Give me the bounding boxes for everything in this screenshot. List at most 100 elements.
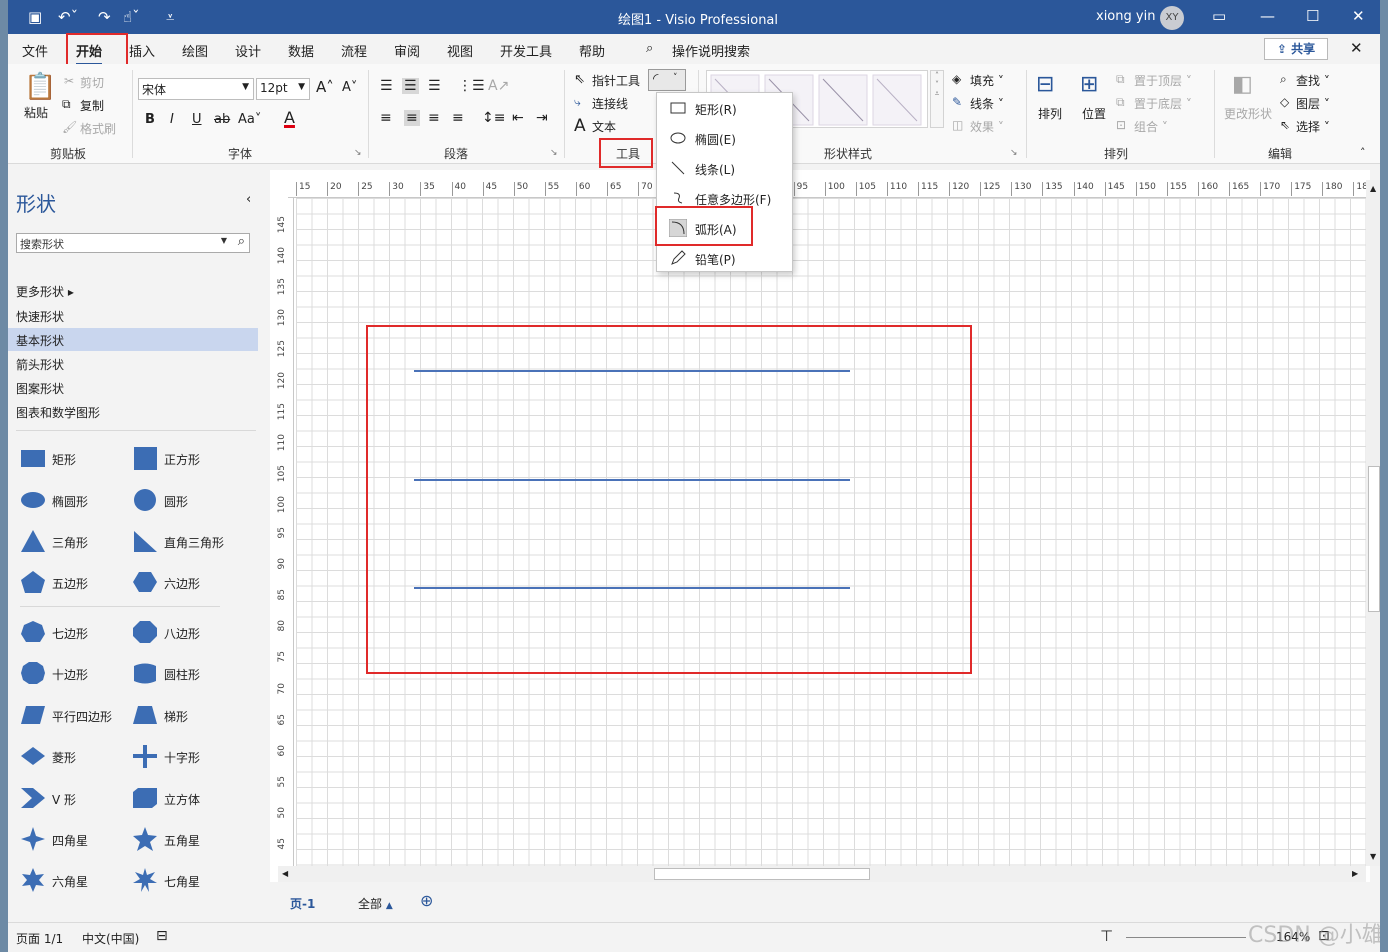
save-icon[interactable]: ▣: [28, 8, 42, 26]
bullets-icon[interactable]: ⋮☰: [458, 78, 485, 94]
maximize-icon[interactable]: ☐: [1306, 7, 1319, 25]
font-family-select[interactable]: 宋体 ▼: [138, 78, 254, 100]
align-left-icon[interactable]: ≡: [380, 110, 392, 126]
tab-design[interactable]: 设计: [235, 41, 261, 60]
increase-indent-icon[interactable]: ⇥: [536, 110, 548, 126]
category-quick-shapes[interactable]: 快速形状: [16, 308, 64, 325]
ribbon-display-icon[interactable]: ▭: [1212, 7, 1226, 25]
shrink-font-icon[interactable]: A˅: [342, 80, 357, 95]
share-button[interactable]: ⇪ 共享: [1264, 38, 1328, 60]
tab-developer[interactable]: 开发工具: [500, 41, 552, 60]
shape-stencil-item[interactable]: 圆柱形: [132, 661, 242, 687]
tab-view[interactable]: 视图: [447, 41, 473, 60]
avatar[interactable]: XY: [1160, 6, 1184, 30]
align-middle-icon[interactable]: ☰: [402, 78, 419, 94]
undo-icon[interactable]: ↶ˇ: [58, 8, 78, 26]
line-button[interactable]: 线条 ˅: [970, 95, 1004, 112]
select-button[interactable]: 选择 ˅: [1296, 118, 1330, 135]
customize-qat-icon[interactable]: ⩡: [166, 8, 174, 26]
pointer-tool-button[interactable]: 指针工具: [592, 72, 640, 89]
horizontal-scroll-thumb[interactable]: [654, 868, 870, 880]
effects-button[interactable]: 效果 ˅: [970, 118, 1004, 135]
vertical-scrollbar[interactable]: ▲ ▼: [1366, 180, 1380, 866]
paste-icon[interactable]: 📋: [24, 72, 56, 102]
tab-review[interactable]: 审阅: [394, 41, 420, 60]
connector-button[interactable]: 连接线: [592, 95, 628, 112]
italic-icon[interactable]: I: [170, 112, 174, 127]
paste-button[interactable]: 粘贴: [24, 104, 48, 121]
shape-stencil-item[interactable]: 直角三角形: [132, 529, 242, 555]
search-shapes-input[interactable]: 搜索形状 ▼ ⌕: [16, 233, 250, 253]
category-pattern-shapes[interactable]: 图案形状: [16, 380, 64, 397]
tab-insert[interactable]: 插入: [129, 41, 155, 60]
menu-item-line[interactable]: 线条(L): [657, 155, 792, 181]
collapse-ribbon-icon[interactable]: ˄: [1360, 146, 1366, 159]
minimize-icon[interactable]: —: [1260, 7, 1275, 25]
shape-stencil-item[interactable]: 椭圆形: [20, 488, 130, 514]
horizontal-scrollbar[interactable]: ◀ ▶: [278, 866, 1366, 882]
tab-file[interactable]: 文件: [22, 41, 48, 60]
shape-stencil-item[interactable]: V 形: [20, 786, 130, 812]
close-pane-icon[interactable]: ✕: [1350, 39, 1363, 57]
align-right-icon[interactable]: ≡: [428, 110, 440, 126]
page-tab-1[interactable]: 页-1: [290, 895, 315, 912]
shape-stencil-item[interactable]: 梯形: [132, 703, 242, 729]
shape-stencil-item[interactable]: 七角星: [132, 868, 242, 894]
change-case-button[interactable]: Aa˅: [238, 112, 261, 127]
category-basic-shapes[interactable]: 基本形状: [16, 332, 64, 349]
shape-stencil-item[interactable]: 菱形: [20, 744, 130, 770]
shape-stencil-item[interactable]: 矩形: [20, 446, 130, 472]
vertical-scroll-thumb[interactable]: [1368, 466, 1380, 612]
group-button[interactable]: 组合 ˅: [1134, 118, 1168, 135]
scroll-left-icon[interactable]: ◀: [282, 869, 288, 878]
gallery-scroll[interactable]: ˄ ˅ ⩡: [930, 70, 944, 128]
dialog-launcher-icon[interactable]: ↘: [354, 148, 362, 158]
menu-item-ellipse[interactable]: 椭圆(E): [657, 125, 792, 151]
page-indicator[interactable]: 页面 1/1: [16, 930, 63, 947]
redo-icon[interactable]: ↷: [98, 8, 111, 26]
scroll-right-icon[interactable]: ▶: [1352, 869, 1358, 878]
shape-stencil-item[interactable]: 正方形: [132, 446, 242, 472]
format-painter-icon[interactable]: 🖌: [62, 120, 77, 134]
tab-draw[interactable]: 绘图: [182, 41, 208, 60]
language-indicator[interactable]: 中文(中国): [82, 930, 139, 947]
cut-button[interactable]: 剪切: [80, 74, 104, 91]
presentation-mode-icon[interactable]: ⊤: [1100, 927, 1113, 945]
align-center-icon[interactable]: ≡: [404, 110, 420, 126]
tab-process[interactable]: 流程: [341, 41, 367, 60]
position-button[interactable]: 位置: [1082, 105, 1106, 122]
font-size-select[interactable]: 12pt ▼: [256, 78, 310, 100]
shape-stencil-item[interactable]: 五边形: [20, 570, 130, 596]
add-page-icon[interactable]: ⊕: [420, 891, 433, 910]
tab-help[interactable]: 帮助: [579, 41, 605, 60]
search-icon[interactable]: ⌕: [646, 41, 653, 56]
text-tool-button[interactable]: 文本: [592, 118, 616, 135]
copy-button[interactable]: 复制: [80, 97, 104, 114]
shape-stencil-item[interactable]: 十边形: [20, 661, 130, 687]
macro-record-icon[interactable]: ⊟: [156, 928, 168, 944]
touch-mode-icon[interactable]: ☝ˇ: [123, 8, 140, 26]
shape-stencil-item[interactable]: 圆形: [132, 488, 242, 514]
shape-stencil-item[interactable]: 四角星: [20, 827, 130, 853]
scroll-up-icon[interactable]: ▲: [1370, 184, 1376, 193]
text-direction-icon[interactable]: A↗: [488, 78, 509, 94]
underline-icon[interactable]: U: [192, 112, 202, 127]
send-back-button[interactable]: 置于底层 ˅: [1134, 95, 1192, 112]
shape-stencil-item[interactable]: 五角星: [132, 827, 242, 853]
change-shape-button[interactable]: 更改形状: [1224, 105, 1272, 122]
bring-front-button[interactable]: 置于顶层 ˅: [1134, 72, 1192, 89]
strikethrough-icon[interactable]: ab: [214, 112, 230, 127]
arrange-button[interactable]: 排列: [1038, 105, 1062, 122]
dialog-launcher-icon[interactable]: ↘: [550, 148, 558, 158]
bold-icon[interactable]: B: [145, 112, 155, 127]
collapse-panel-icon[interactable]: ‹: [246, 192, 251, 207]
dialog-launcher-icon[interactable]: ↘: [1010, 148, 1018, 158]
align-top-icon[interactable]: ☰: [380, 78, 393, 94]
shape-stencil-item[interactable]: 八边形: [132, 620, 242, 646]
font-color-icon[interactable]: A: [284, 108, 295, 127]
shape-stencil-item[interactable]: 平行四边形: [20, 703, 130, 729]
scroll-down-icon[interactable]: ▼: [1370, 852, 1376, 861]
shape-stencil-item[interactable]: 七边形: [20, 620, 130, 646]
drawing-tools-dropdown[interactable]: ◜ ˅: [648, 69, 686, 91]
format-painter-button[interactable]: 格式刷: [80, 120, 116, 137]
